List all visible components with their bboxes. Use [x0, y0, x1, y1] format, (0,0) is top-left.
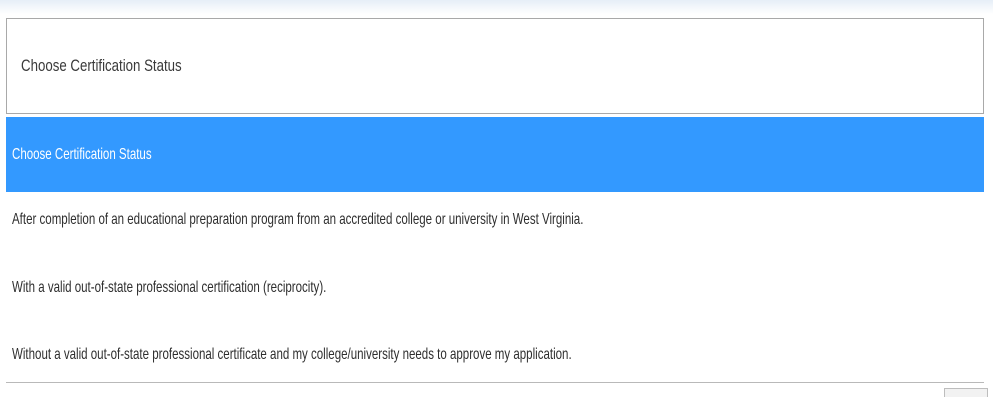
option-label: After completion of an educational prepa…	[12, 211, 584, 228]
option-without-out-of-state-certificate[interactable]: Without a valid out-of-state professiona…	[6, 337, 984, 373]
option-choose-certification-status[interactable]: Choose Certification Status	[6, 117, 984, 192]
partial-button[interactable]	[944, 388, 988, 397]
option-label: Without a valid out-of-state professiona…	[12, 346, 572, 363]
certification-status-dropdown-list[interactable]: Choose Certification Status After comple…	[6, 117, 984, 383]
certification-status-select[interactable]: Choose Certification Status	[6, 18, 984, 114]
option-west-virginia-program[interactable]: After completion of an educational prepa…	[6, 202, 984, 238]
option-label: With a valid out-of-state professional c…	[12, 279, 327, 296]
option-label: Choose Certification Status	[12, 145, 152, 163]
certification-status-page: Choose Certification Status Choose Certi…	[0, 0, 993, 397]
option-out-of-state-reciprocity[interactable]: With a valid out-of-state professional c…	[6, 270, 984, 306]
select-current-value: Choose Certification Status	[21, 56, 182, 75]
top-band	[0, 0, 993, 14]
